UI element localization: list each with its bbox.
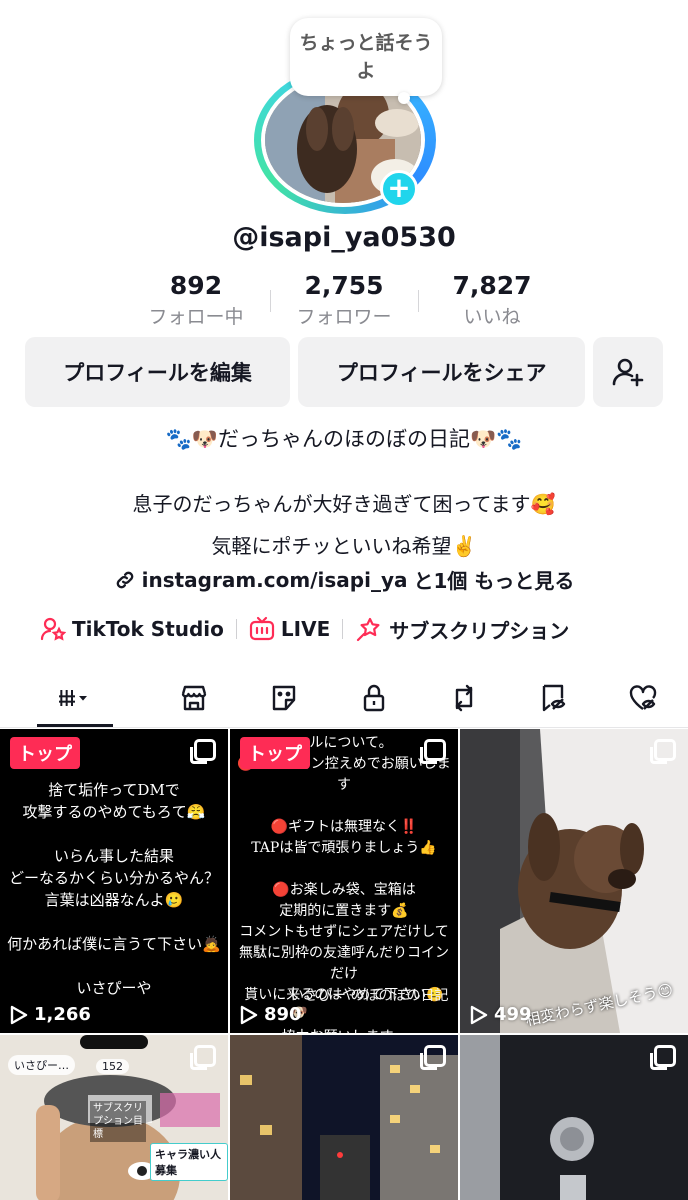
multi-photo-icon [650, 739, 676, 764]
view-count: 890 [240, 1004, 302, 1025]
video-thumbnail[interactable] [230, 1035, 458, 1200]
likes-count: 7,827 [452, 271, 532, 300]
multi-photo-icon [420, 739, 446, 764]
view-count-value: 1,266 [34, 1004, 91, 1025]
thumbnail-caption: いさぴー のほのぼの日記🐶 [290, 988, 449, 1021]
edit-profile-button[interactable]: プロフィールを編集 [25, 337, 291, 407]
multi-photo-icon [420, 1045, 446, 1070]
tool-divider [235, 619, 237, 639]
subscription-star-icon [357, 617, 380, 642]
top-badge: トップ [10, 737, 80, 769]
content-tabs [0, 668, 688, 728]
tab-liked[interactable] [598, 668, 688, 727]
bio-link[interactable]: instagram.com/isapi_ya [142, 568, 408, 592]
multi-photo-icon [650, 1045, 676, 1070]
top-badge: トップ [240, 737, 310, 769]
live-tv-icon [249, 616, 275, 641]
lock-icon [363, 684, 385, 711]
video-thumbnail[interactable]: トップ 捨て垢作ってDMで 攻撃するのやめてもろて😤 いらん事した結果 どーなる… [0, 729, 228, 1033]
videos-grid-icon [58, 689, 87, 706]
view-count: 499 [470, 1004, 532, 1025]
view-count-value: 499 [494, 1004, 532, 1025]
subscription-button[interactable]: サブスクリプション [355, 615, 569, 644]
share-profile-button[interactable]: プロフィールをシェア [298, 337, 586, 407]
note-bubble[interactable]: ちょっと話そうよ [290, 18, 442, 96]
multi-photo-icon [190, 1045, 216, 1070]
video-thumbnail[interactable]: いさぴー… 152 サブスクリプション目標 キャラ濃い人募集 [0, 1035, 228, 1200]
note-bubble-tail [398, 92, 410, 104]
bio-link-more[interactable]: と1個 もっと見る [413, 565, 574, 594]
shop-icon [182, 685, 207, 710]
tab-saved[interactable] [509, 668, 599, 727]
studio-icon [40, 617, 66, 641]
add-friend-button[interactable] [593, 337, 663, 407]
tab-private[interactable] [329, 668, 419, 727]
tab-shop[interactable] [150, 668, 240, 727]
tab-stickers[interactable] [239, 668, 329, 727]
following-count: 892 [169, 271, 223, 300]
view-count: 1,266 [10, 1004, 91, 1025]
play-icon [240, 1005, 258, 1024]
live-viewer-count: 152 [96, 1059, 129, 1074]
stats-row: 892 フォロー中 2,755 フォロワー 7,827 いいね [122, 270, 566, 332]
creator-tools-row: TikTok Studio LIVE サブスクリプション [40, 612, 569, 646]
following-label: フォロー中 [148, 306, 244, 328]
recruit-banner: キャラ濃い人募集 [150, 1143, 228, 1181]
bio-line-2: 気軽にポチッといいね希望✌️ [211, 534, 477, 558]
sticker-icon [272, 685, 296, 710]
play-icon [470, 1005, 488, 1024]
tab-videos[interactable] [0, 668, 150, 727]
repost-icon [455, 684, 472, 711]
link-icon [116, 571, 133, 588]
video-thumbnail[interactable]: ールについて。 🔴メンション控えめでお願いします 🔴ギフトは無理なく‼️ TAP… [230, 729, 458, 1033]
multi-photo-icon [190, 739, 216, 764]
thumbnail-text: 捨て垢作ってDMで 攻撃するのやめてもろて😤 いらん事した結果 どーなるかくらい… [7, 781, 221, 997]
view-count-value: 890 [264, 1004, 302, 1025]
note-text: ちょっと話そうよ [299, 32, 433, 82]
username: @isapi_ya0530 [232, 222, 456, 253]
live-label: LIVE [280, 617, 331, 641]
tab-reposts[interactable] [419, 668, 509, 727]
following-stat[interactable]: 892 フォロー中 [122, 270, 270, 332]
bio-title: 🐾🐶だっちゃんのほのぼの日記🐶🐾 [165, 427, 523, 451]
likes-label: いいね [463, 306, 521, 328]
tool-divider [342, 619, 344, 639]
profile-actions: プロフィールを編集 プロフィールをシェア [25, 337, 663, 407]
bio-line-1: 息子のだっちゃんが大好き過ぎて困ってます🥰 [132, 492, 556, 516]
tiktok-studio-label: TikTok Studio [72, 617, 224, 641]
followers-label: フォロワー [296, 306, 392, 328]
bio-link-row[interactable]: instagram.com/isapi_ya と1個 もっと見る [0, 565, 688, 594]
video-grid: トップ 捨て垢作ってDMで 攻撃するのやめてもろて😤 いらん事した結果 どーなる… [0, 729, 688, 1200]
heart-hidden-icon [629, 684, 657, 710]
video-thumbnail[interactable]: 相変わらず楽しそう😊 499 [460, 729, 688, 1033]
live-host-name: いさぴー… [8, 1055, 75, 1075]
video-thumbnail[interactable] [460, 1035, 688, 1200]
followers-count: 2,755 [304, 271, 384, 300]
add-user-icon [612, 358, 644, 387]
play-icon [10, 1005, 28, 1024]
likes-stat[interactable]: 7,827 いいね [418, 270, 566, 332]
subscription-label: サブスクリプション [389, 618, 570, 643]
live-button[interactable]: LIVE [249, 616, 330, 642]
add-story-button[interactable]: + [380, 170, 418, 208]
bookmark-hidden-icon [543, 684, 566, 711]
followers-stat[interactable]: 2,755 フォロワー [270, 270, 418, 332]
subscription-goal-text: サブスクリプション目標 [90, 1101, 146, 1142]
tiktok-studio-button[interactable]: TikTok Studio [40, 616, 224, 642]
